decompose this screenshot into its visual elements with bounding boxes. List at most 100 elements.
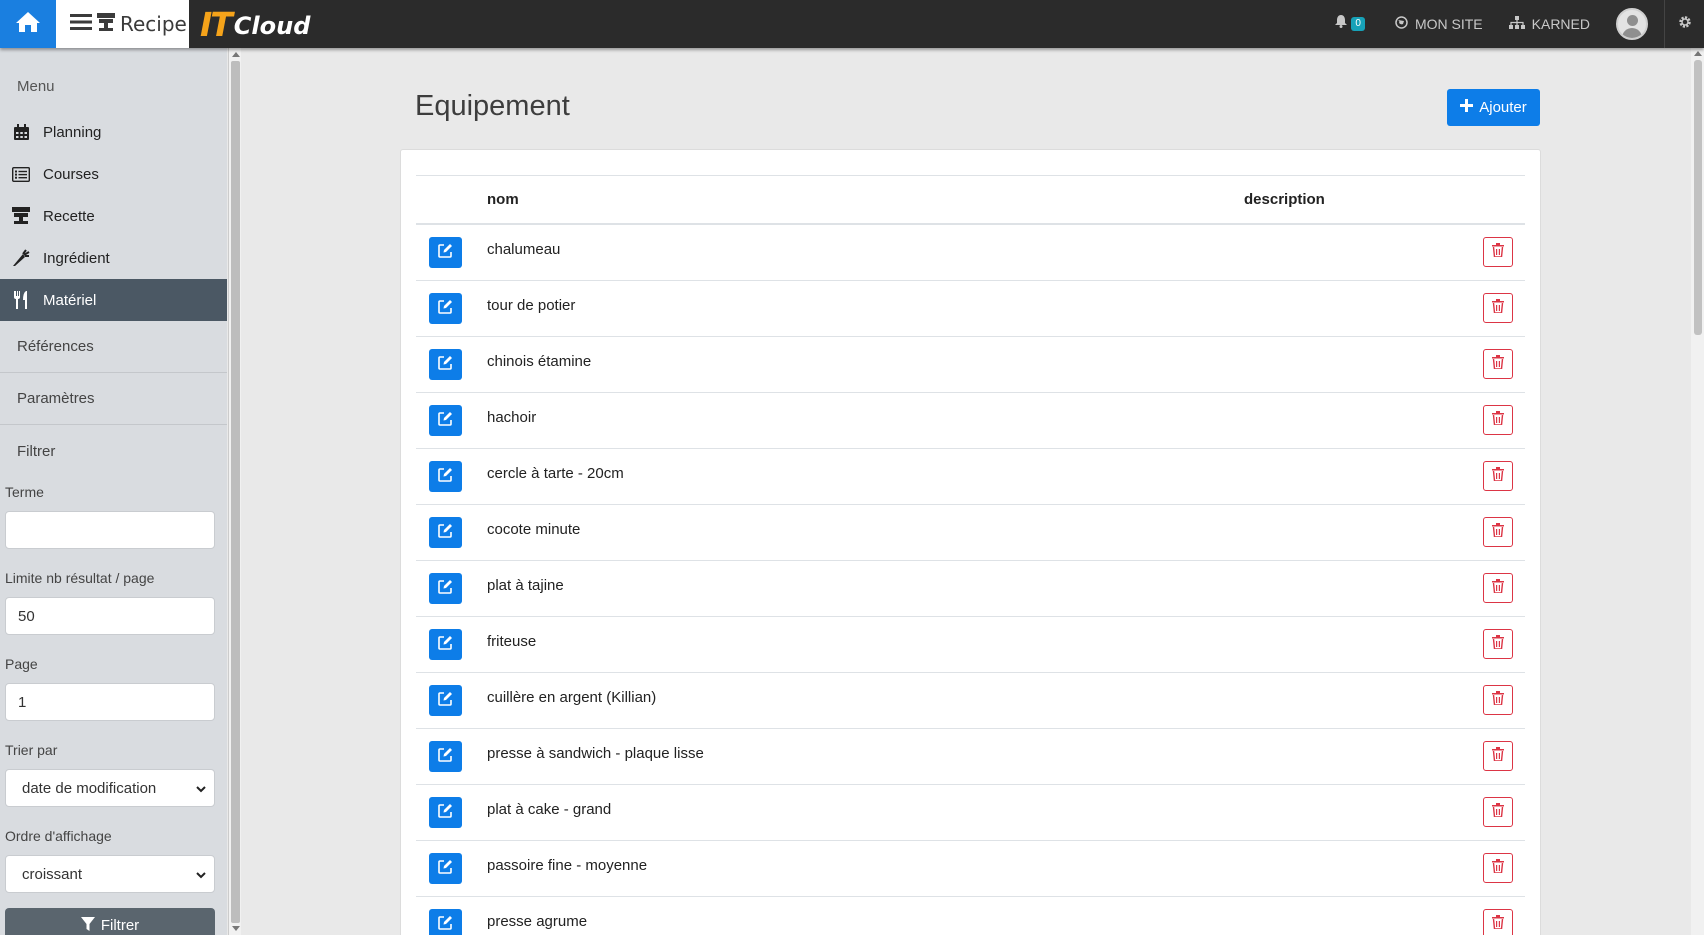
sort-select[interactable]: date de modification (5, 769, 215, 807)
column-header-nom[interactable]: nom (487, 191, 519, 208)
equipment-name: hachoir (487, 409, 537, 426)
globe-icon (1395, 16, 1408, 32)
app-name: Recipe (120, 12, 187, 36)
table-row: cocote minute (416, 505, 1525, 561)
trash-icon (1492, 298, 1504, 318)
equipment-name: presse à sandwich - plaque lisse (487, 745, 704, 762)
edit-icon (438, 467, 453, 487)
delete-button[interactable] (1483, 349, 1513, 379)
edit-button[interactable] (429, 797, 462, 828)
delete-button[interactable] (1483, 405, 1513, 435)
delete-button[interactable] (1483, 629, 1513, 659)
itcloud-logo: IT Cloud (200, 4, 311, 44)
edit-icon (438, 691, 453, 711)
edit-button[interactable] (429, 461, 462, 492)
page-scrollbar[interactable] (1691, 48, 1704, 935)
limit-input[interactable]: 50 (5, 597, 215, 635)
sidebar-item-recette[interactable]: Recette (0, 195, 227, 237)
delete-button[interactable] (1483, 517, 1513, 547)
utensils-icon (11, 291, 31, 309)
table-row: plat à cake - grand (416, 785, 1525, 841)
edit-button[interactable] (429, 909, 462, 935)
settings-button[interactable] (1664, 0, 1704, 48)
delete-button[interactable] (1483, 461, 1513, 491)
equipment-name: plat à cake - grand (487, 801, 612, 818)
edit-button[interactable] (429, 573, 462, 604)
sidebar-item-planning[interactable]: Planning (0, 111, 227, 153)
sidebar-item-materiel[interactable]: Matériel (0, 279, 227, 321)
organization-link[interactable]: KARNED (1508, 16, 1590, 32)
page-title: Equipement (415, 90, 570, 122)
plus-icon (1460, 99, 1474, 116)
trash-icon (1492, 914, 1504, 934)
edit-button[interactable] (429, 293, 462, 324)
chevron-down-icon (196, 866, 206, 883)
equipment-name: tour de potier (487, 297, 576, 314)
sidebar-references[interactable]: Références (0, 321, 227, 373)
filter-icon (80, 917, 95, 935)
equipment-name: passoire fine - moyenne (487, 857, 648, 874)
trash-icon (1492, 746, 1504, 766)
edit-button[interactable] (429, 517, 462, 548)
delete-button[interactable] (1483, 909, 1513, 935)
edit-button[interactable] (429, 629, 462, 660)
filter-title: Filtrer (17, 442, 56, 460)
sidebar-item-ingredient[interactable]: Ingrédient (0, 237, 227, 279)
sidebar-scrollbar[interactable] (228, 48, 241, 935)
trash-icon (1492, 354, 1504, 374)
recipe-icon (96, 12, 116, 37)
sidebar-item-label: Ingrédient (43, 249, 110, 267)
page-input[interactable]: 1 (5, 683, 215, 721)
table-row: hachoir (416, 393, 1525, 449)
sidebar: Menu Planning Courses Recette Ingrédient… (0, 48, 227, 935)
sidebar-item-label: Recette (43, 207, 95, 225)
equipment-name: chinois étamine (487, 353, 592, 370)
trash-icon (1492, 634, 1504, 654)
user-avatar[interactable] (1616, 8, 1648, 40)
trash-icon (1492, 858, 1504, 878)
term-input[interactable] (5, 511, 215, 549)
table-row: presse agrume (416, 897, 1525, 935)
trash-icon (1492, 690, 1504, 710)
edit-icon (438, 299, 453, 319)
edit-icon (438, 635, 453, 655)
delete-button[interactable] (1483, 741, 1513, 771)
equipment-name: presse agrume (487, 913, 588, 930)
delete-button[interactable] (1483, 293, 1513, 323)
table-header: nom description (416, 175, 1525, 225)
trash-icon (1492, 578, 1504, 598)
trash-icon (1492, 410, 1504, 430)
home-button[interactable] (0, 0, 56, 48)
table-row: cercle à tarte - 20cm (416, 449, 1525, 505)
sidebar-item-courses[interactable]: Courses (0, 153, 227, 195)
edit-button[interactable] (429, 349, 462, 380)
delete-button[interactable] (1483, 573, 1513, 603)
sitemap-icon (1508, 16, 1525, 32)
edit-button[interactable] (429, 237, 462, 268)
notifications-button[interactable]: 0 (1335, 15, 1365, 33)
delete-button[interactable] (1483, 797, 1513, 827)
mon-site-link[interactable]: MON SITE (1395, 16, 1483, 32)
table-row: cuillère en argent (Killian) (416, 673, 1525, 729)
column-header-description[interactable]: description (1244, 191, 1325, 208)
filter-button[interactable]: Filtrer (5, 908, 215, 935)
chevron-down-icon (196, 780, 206, 797)
trash-icon (1492, 522, 1504, 542)
delete-button[interactable] (1483, 685, 1513, 715)
order-select[interactable]: croissant (5, 855, 215, 893)
order-label: Ordre d'affichage (5, 828, 112, 844)
trash-icon (1492, 466, 1504, 486)
sidebar-parametres[interactable]: Paramètres (0, 373, 227, 425)
edit-button[interactable] (429, 853, 462, 884)
app-menu-button[interactable]: Recipe (56, 0, 189, 48)
equipment-name: cuillère en argent (Killian) (487, 689, 657, 706)
delete-button[interactable] (1483, 853, 1513, 883)
edit-button[interactable] (429, 685, 462, 716)
edit-button[interactable] (429, 741, 462, 772)
sidebar-item-label: Matériel (43, 291, 97, 309)
sidebar-nav: Planning Courses Recette Ingrédient Maté… (0, 111, 227, 321)
add-button[interactable]: Ajouter (1447, 89, 1540, 126)
edit-icon (438, 859, 453, 879)
edit-button[interactable] (429, 405, 462, 436)
delete-button[interactable] (1483, 237, 1513, 267)
